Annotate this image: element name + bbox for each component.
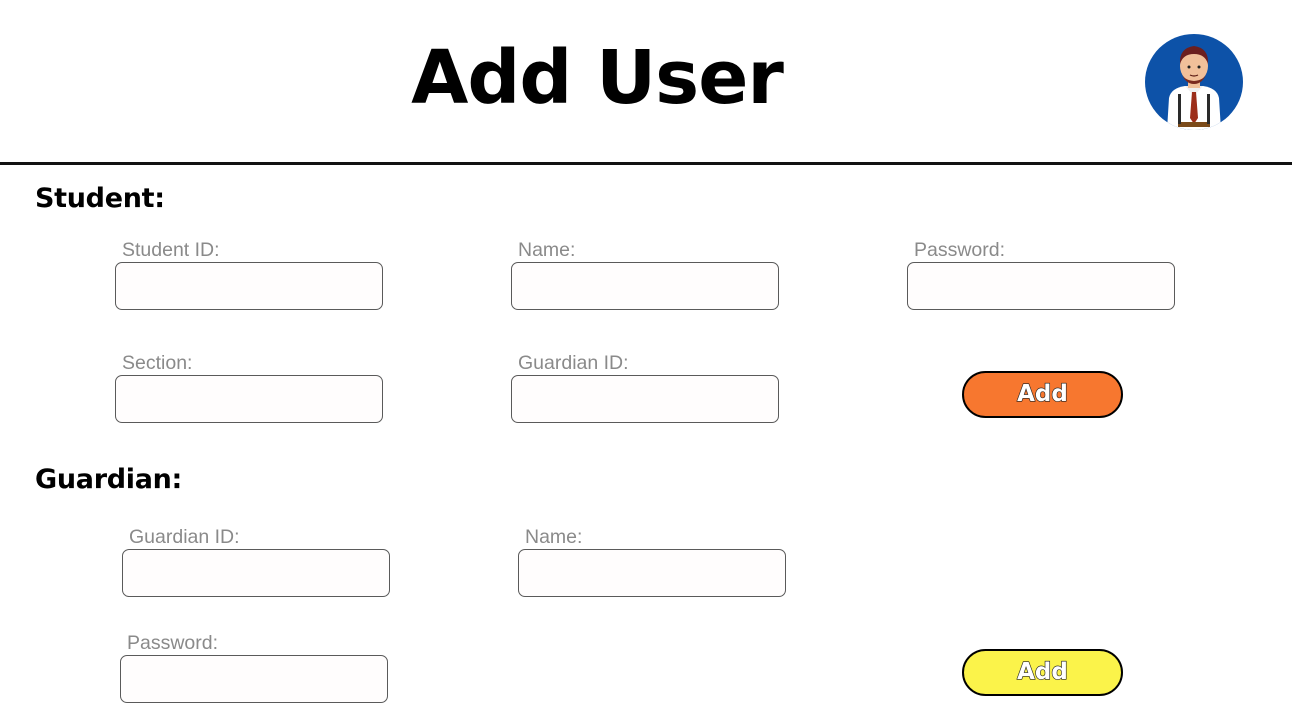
guardian-name-input[interactable] [518, 549, 786, 597]
student-password-input[interactable] [907, 262, 1175, 310]
student-section-heading: Student: [35, 183, 165, 214]
page-title: Add User [411, 35, 784, 121]
add-guardian-button[interactable]: Add [962, 649, 1123, 696]
student-name-input[interactable] [511, 262, 779, 310]
guardian-password-input[interactable] [120, 655, 388, 703]
student-guardian-id-input[interactable] [511, 375, 779, 423]
student-id-input[interactable] [115, 262, 383, 310]
add-student-button[interactable]: Add [962, 371, 1123, 418]
guardian-id-input[interactable] [122, 549, 390, 597]
student-guardian-id-label: Guardian ID: [518, 352, 629, 374]
student-section-input[interactable] [115, 375, 383, 423]
user-avatar-icon[interactable] [1145, 34, 1243, 130]
header-divider [0, 162, 1292, 165]
guardian-password-label: Password: [127, 632, 219, 654]
guardian-name-label: Name: [525, 526, 583, 548]
student-name-label: Name: [518, 239, 576, 261]
student-id-label: Student ID: [122, 239, 220, 261]
student-password-label: Password: [914, 239, 1006, 261]
student-section-label: Section: [122, 352, 193, 374]
guardian-id-label: Guardian ID: [129, 526, 240, 548]
guardian-section-heading: Guardian: [35, 464, 183, 495]
